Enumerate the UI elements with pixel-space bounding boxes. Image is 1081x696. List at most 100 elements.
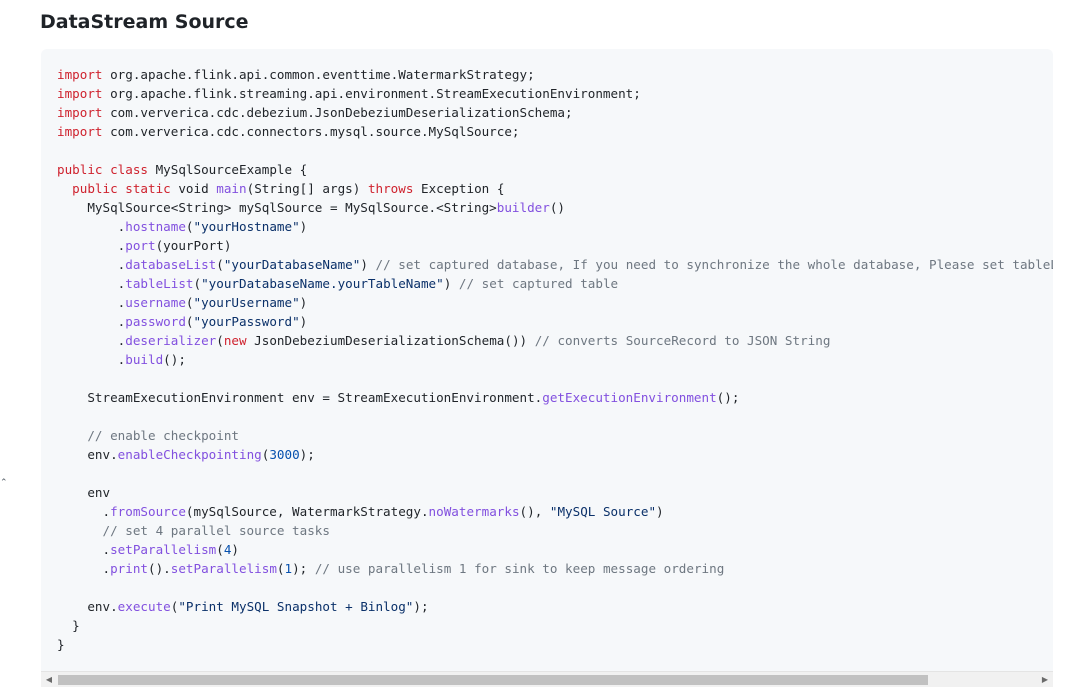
code-token: throws: [367, 181, 414, 196]
code-token: // use parallelism 1 for sink to keep me…: [314, 561, 725, 576]
code-token: ): [299, 219, 308, 234]
code-line: .print().setParallelism(1); // use paral…: [57, 559, 1053, 578]
code-token: );: [292, 561, 315, 576]
code-line: MySqlSource<String> mySqlSource = MySqlS…: [57, 198, 1053, 217]
code-line: env.execute("Print MySQL Snapshot + Binl…: [57, 597, 1053, 616]
code-token: "yourDatabaseName": [223, 257, 361, 272]
code-token: public: [57, 162, 103, 177]
code-token: (: [185, 295, 194, 310]
code-token: com.ververica.cdc.connectors.mysql.sourc…: [102, 124, 520, 139]
code-token: ): [231, 542, 240, 557]
code-token: 3000: [269, 447, 300, 462]
code-token: tableList: [125, 276, 194, 291]
code-line: import com.ververica.cdc.debezium.JsonDe…: [57, 103, 1053, 122]
code-token: setParallelism: [170, 561, 277, 576]
code-token: ();: [716, 390, 740, 405]
code-line: public static void main(String[] args) t…: [57, 179, 1053, 198]
code-line: .tableList("yourDatabaseName.yourTableNa…: [57, 274, 1053, 293]
code-line: env: [57, 483, 1053, 502]
code-token: // set captured table: [458, 276, 619, 291]
code-token: "yourHostname": [193, 219, 300, 234]
code-token: JsonDebeziumDeserializationSchema()): [246, 333, 535, 348]
code-token: .: [57, 238, 126, 253]
code-token: databaseList: [125, 257, 217, 272]
code-line: // enable checkpoint: [57, 426, 1053, 445]
code-viewport[interactable]: import org.apache.flink.api.common.event…: [41, 49, 1053, 671]
code-token: username: [125, 295, 186, 310]
horizontal-scrollbar[interactable]: ◀ ▶: [41, 671, 1053, 687]
code-token: build: [125, 352, 164, 367]
code-token: deserializer: [125, 333, 217, 348]
code-token: (: [185, 219, 194, 234]
code-token: // set captured database, If you need to…: [375, 257, 1054, 272]
code-token: main: [216, 181, 247, 196]
code-line: .build();: [57, 350, 1053, 369]
code-token: .: [57, 314, 126, 329]
code-token: import: [57, 124, 103, 139]
code-token: // set 4 parallel source tasks: [102, 523, 330, 538]
code-token: env.: [57, 447, 118, 462]
code-token: ): [299, 295, 308, 310]
code-token: hostname: [125, 219, 186, 234]
code-token: public: [72, 181, 118, 196]
code-token: port: [125, 238, 156, 253]
code-token: import: [57, 86, 103, 101]
code-token: noWatermarks: [428, 504, 520, 519]
code-token: enableCheckpointing: [117, 447, 262, 462]
code-token: );: [413, 599, 429, 614]
code-line: .fromSource(mySqlSource, WatermarkStrate…: [57, 502, 1053, 521]
code-token: execute: [117, 599, 171, 614]
code-line: .password("yourPassword"): [57, 312, 1053, 331]
code-token: builder: [496, 200, 550, 215]
code-token: // converts SourceRecord to JSON String: [534, 333, 831, 348]
code-line: import org.apache.flink.api.common.event…: [57, 65, 1053, 84]
code-token: env: [57, 485, 111, 500]
edge-caret-mark: ⌃: [0, 478, 8, 488]
code-line: public class MySqlSourceExample {: [57, 160, 1053, 179]
code-line: .databaseList("yourDatabaseName") // set…: [57, 255, 1053, 274]
code-token: org.apache.flink.streaming.api.environme…: [102, 86, 641, 101]
scroll-right-arrow-icon[interactable]: ▶: [1037, 672, 1053, 687]
code-token: (: [185, 314, 194, 329]
code-token: }: [57, 637, 65, 652]
code-token: (String[] args): [246, 181, 368, 196]
code-token: static: [125, 181, 171, 196]
code-token: password: [125, 314, 186, 329]
code-token: .: [57, 219, 126, 234]
code-token: "yourPassword": [193, 314, 300, 329]
code-token: setParallelism: [110, 542, 217, 557]
code-token: new: [223, 333, 247, 348]
code-content: import org.apache.flink.api.common.event…: [57, 65, 1053, 654]
code-line: }: [57, 635, 1053, 654]
code-token: void: [170, 181, 217, 196]
code-line: .deserializer(new JsonDebeziumDeserializ…: [57, 331, 1053, 350]
code-token: .: [57, 276, 126, 291]
code-token: Exception {: [413, 181, 505, 196]
code-token: "Print MySQL Snapshot + Binlog": [178, 599, 414, 614]
code-token: ): [299, 314, 308, 329]
scroll-left-arrow-icon[interactable]: ◀: [41, 672, 57, 687]
code-token: (: [216, 257, 224, 272]
code-token: .: [57, 561, 111, 576]
code-token: 1: [284, 561, 293, 576]
scrollbar-thumb[interactable]: [58, 675, 928, 685]
code-token: (: [276, 561, 285, 576]
code-line: // set 4 parallel source tasks: [57, 521, 1053, 540]
code-line: StreamExecutionEnvironment env = StreamE…: [57, 388, 1053, 407]
code-token: com.ververica.cdc.debezium.JsonDebeziumD…: [102, 105, 573, 120]
code-token: org.apache.flink.api.common.eventtime.Wa…: [102, 67, 535, 82]
code-token: print: [110, 561, 148, 576]
code-line: }: [57, 616, 1053, 635]
code-token: ().: [148, 561, 171, 576]
code-token: (: [193, 276, 202, 291]
code-token: (),: [519, 504, 550, 519]
code-token: .: [57, 257, 126, 272]
code-token: "yourDatabaseName.yourTableName": [201, 276, 444, 291]
